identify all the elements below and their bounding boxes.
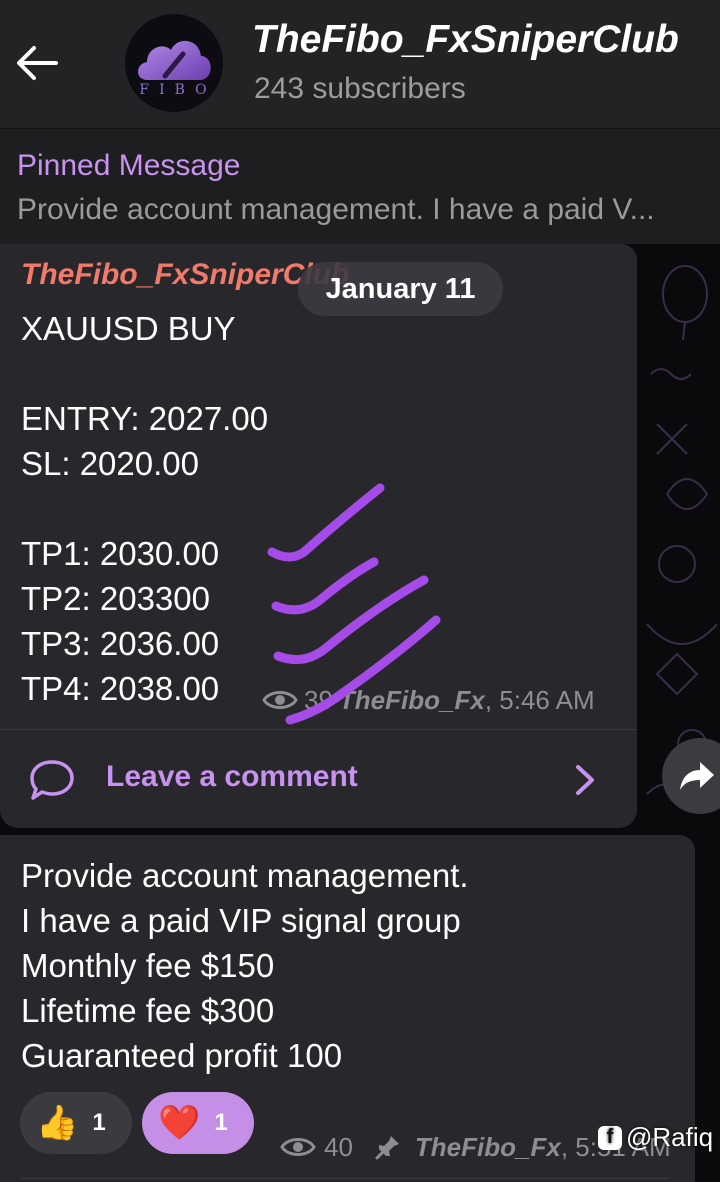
channel-avatar[interactable]: FIBO xyxy=(125,14,223,112)
share-icon xyxy=(680,762,714,790)
pinned-preview: Provide account management. I have a pai… xyxy=(17,193,655,226)
message-line: Guaranteed profit 100 xyxy=(21,1037,343,1074)
post-time: , 5:46 AM xyxy=(484,684,595,715)
message-line: TP4: 2038.00 xyxy=(21,670,220,707)
post-author: TheFibo_Fx xyxy=(338,684,485,715)
comment-icon xyxy=(30,760,74,800)
pinned-label: Pinned Message xyxy=(17,149,241,182)
back-arrow-icon xyxy=(17,46,58,80)
back-button[interactable] xyxy=(14,40,60,86)
avatar-logo-text: FIBO xyxy=(139,82,217,98)
leave-comment-button[interactable]: Leave a comment xyxy=(0,730,637,828)
heart-icon: ❤️ xyxy=(158,1104,201,1142)
chevron-right-icon xyxy=(576,765,594,795)
message-line: TP2: 203300 xyxy=(21,580,210,617)
reactions-row: 👍 1 ❤️ 1 xyxy=(20,1092,254,1154)
message-line: Lifetime fee $300 xyxy=(21,992,275,1029)
message-line: TP3: 2036.00 xyxy=(21,625,220,662)
message-line: Provide account management. xyxy=(21,857,469,894)
pin-icon xyxy=(375,1136,399,1160)
watermark-text: @Rafiq xyxy=(626,1122,714,1152)
chat-header: FIBO TheFibo_FxSniperClub 243 subscriber… xyxy=(0,0,720,128)
reaction-thumbs-up[interactable]: 👍 1 xyxy=(20,1092,132,1154)
message-meta: 39 TheFibo_Fx, 5:46 AM xyxy=(262,680,595,720)
message-line: XAUUSD BUY xyxy=(21,310,236,347)
leave-comment-label: Leave a comment xyxy=(106,760,358,793)
message-line: TP1: 2030.00 xyxy=(21,535,220,572)
eye-icon xyxy=(280,1138,316,1156)
message-line: SL: 2020.00 xyxy=(21,445,199,482)
reaction-heart[interactable]: ❤️ 1 xyxy=(142,1092,254,1154)
pinned-message-bar[interactable]: Pinned Message Provide account managemen… xyxy=(0,128,720,244)
subscriber-count: 243 subscribers xyxy=(254,72,466,105)
watermark: f @Rafiq xyxy=(598,1122,713,1153)
view-count: 40 xyxy=(324,1131,353,1162)
thumbs-up-icon: 👍 xyxy=(36,1104,79,1142)
message-line: Monthly fee $150 xyxy=(21,947,275,984)
date-badge: January 11 xyxy=(298,262,503,316)
eye-icon xyxy=(262,691,298,709)
message-line: I have a paid VIP signal group xyxy=(21,902,461,939)
divider xyxy=(20,1178,670,1179)
view-count: 39 xyxy=(304,684,333,715)
message-line: ENTRY: 2027.00 xyxy=(21,400,269,437)
reaction-count: 1 xyxy=(92,1109,106,1136)
channel-title[interactable]: TheFibo_FxSniperClub xyxy=(252,18,679,62)
facebook-icon: f xyxy=(598,1125,622,1150)
post-author: TheFibo_Fx xyxy=(414,1131,561,1162)
reaction-count: 1 xyxy=(214,1109,228,1136)
